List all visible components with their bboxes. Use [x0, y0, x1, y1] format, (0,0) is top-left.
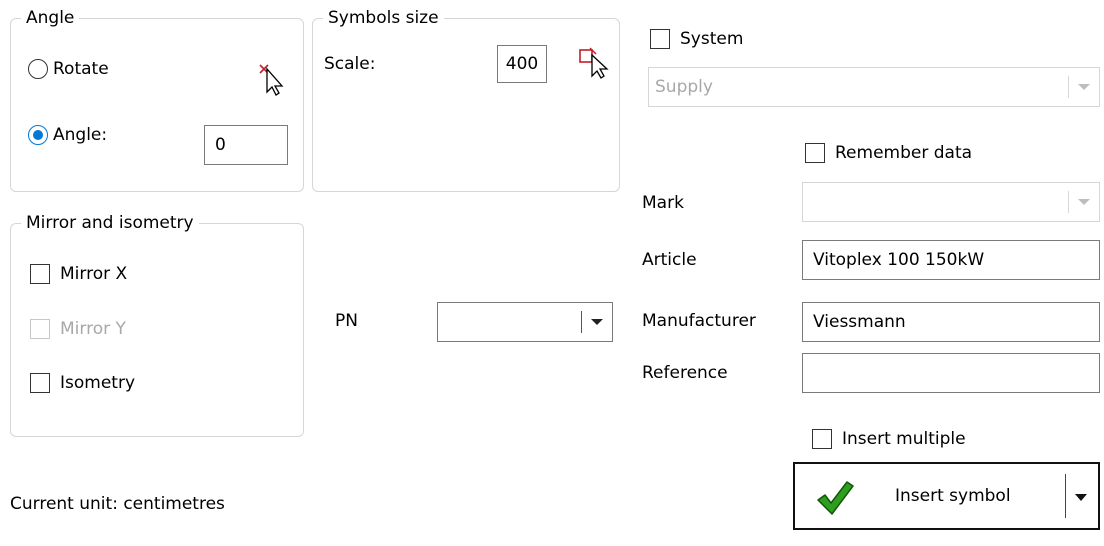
article-input[interactable]: Vitoplex 100 150kW	[802, 240, 1100, 280]
angle-input[interactable]: 0	[204, 125, 288, 165]
article-label: Article	[642, 250, 697, 270]
reference-label: Reference	[642, 363, 728, 383]
insert-symbol-label[interactable]: Insert symbol	[895, 485, 1011, 507]
mark-combobox	[802, 182, 1100, 222]
insert-multiple-checkbox[interactable]	[812, 429, 832, 449]
isometry-label[interactable]: Isometry	[60, 372, 135, 394]
scale-input[interactable]: 400	[497, 45, 547, 83]
chevron-down-icon	[1078, 84, 1090, 90]
isometry-checkbox[interactable]	[30, 373, 50, 393]
chevron-down-icon[interactable]	[1075, 494, 1087, 501]
green-checkmark-icon	[817, 481, 854, 515]
mirror-x-label[interactable]: Mirror X	[60, 263, 127, 285]
angle-group: Angle	[10, 7, 304, 192]
mirror-y-label: Mirror Y	[60, 319, 126, 339]
system-separator	[1068, 76, 1069, 98]
insert-multiple-label[interactable]: Insert multiple	[842, 428, 966, 450]
angle-radio-label[interactable]: Angle:	[53, 124, 107, 146]
mark-label: Mark	[642, 193, 684, 213]
system-label[interactable]: System	[680, 28, 743, 50]
pick-scale-cursor-icon[interactable]	[578, 46, 612, 80]
reference-input[interactable]	[802, 353, 1100, 393]
system-combobox: Supply	[648, 67, 1100, 107]
mirror-x-checkbox[interactable]	[30, 264, 50, 284]
rotate-label[interactable]: Rotate	[53, 58, 109, 80]
pn-separator	[581, 311, 582, 333]
remember-data-label[interactable]: Remember data	[835, 142, 972, 164]
manufacturer-input[interactable]: Viessmann	[802, 302, 1100, 342]
current-unit-status: Current unit: centimetres	[10, 494, 225, 514]
chevron-down-icon[interactable]	[591, 319, 603, 325]
symbols-size-group: Symbols size	[312, 7, 620, 192]
system-checkbox[interactable]	[650, 29, 670, 49]
mirror-isometry-legend: Mirror and isometry	[21, 212, 199, 234]
insert-symbol-split-button[interactable]: Insert symbol	[793, 462, 1100, 530]
remember-data-checkbox[interactable]	[805, 143, 825, 163]
symbols-size-legend: Symbols size	[323, 7, 444, 29]
pick-point-cursor-icon[interactable]	[257, 62, 287, 98]
insert-split-separator	[1065, 474, 1066, 518]
angle-radio[interactable]	[28, 125, 48, 145]
pn-combobox[interactable]	[437, 302, 613, 342]
rotate-radio[interactable]	[28, 59, 48, 79]
pn-label: PN	[335, 311, 358, 331]
angle-group-legend: Angle	[21, 7, 80, 29]
manufacturer-label: Manufacturer	[642, 311, 756, 331]
mirror-y-checkbox	[30, 319, 50, 339]
system-value: Supply	[655, 77, 713, 97]
mirror-isometry-group: Mirror and isometry	[10, 212, 304, 437]
chevron-down-icon	[1078, 199, 1090, 205]
scale-label: Scale:	[324, 54, 376, 74]
mark-separator	[1068, 191, 1069, 213]
